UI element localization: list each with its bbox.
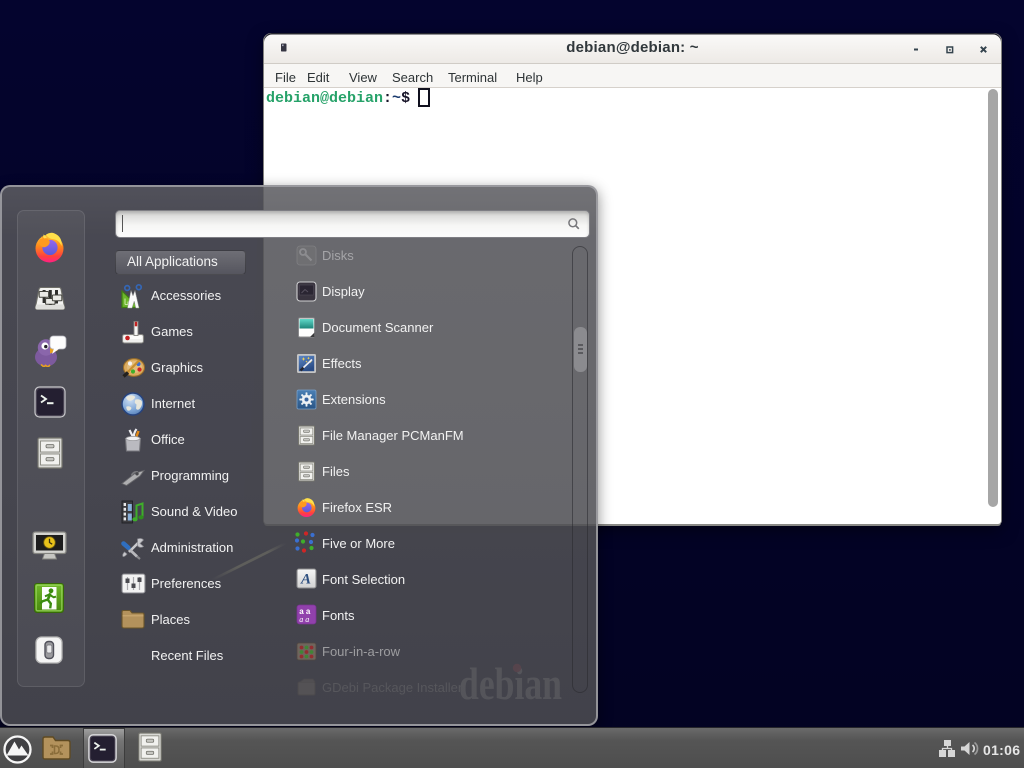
svg-text:A: A <box>300 572 311 588</box>
svg-text:a a: a a <box>299 615 309 624</box>
